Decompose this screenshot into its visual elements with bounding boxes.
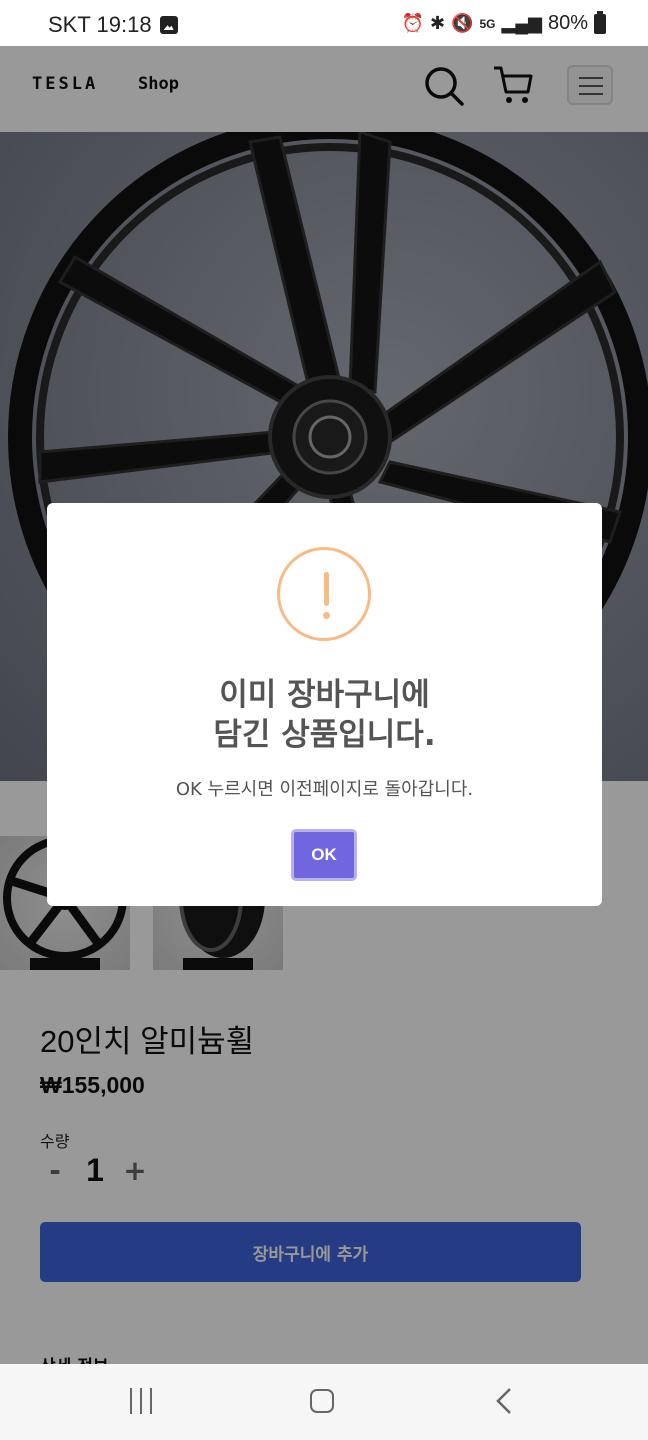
warning-icon [277, 547, 371, 641]
alarm-icon: ⏰ [401, 13, 424, 33]
status-right: ⏰ ✱ 🔇 5G ▂▄▆ 80% [401, 10, 606, 35]
dialog-message: OK 누르시면 이전페이지로 돌아갑니다. [175, 779, 474, 800]
back-icon[interactable] [494, 1386, 514, 1416]
status-bar: SKT 19:18 ⏰ ✱ 🔇 5G ▂▄▆ 80% [0, 0, 648, 46]
battery-percent: 80% [547, 12, 588, 34]
status-left: SKT 19:18 [48, 12, 178, 38]
system-nav-bar [0, 1364, 648, 1440]
dialog-title-line2: 담긴 상품입니다. [213, 717, 436, 753]
mute-icon: 🔇 [451, 13, 474, 33]
alert-dialog: 이미 장바구니에 담긴 상품입니다. OK 누르시면 이전페이지로 돌아갑니다.… [47, 503, 602, 906]
dialog-title-line1: 이미 장바구니에 [219, 677, 430, 713]
ok-button[interactable]: OK [291, 829, 357, 881]
recents-icon[interactable] [130, 1388, 154, 1414]
bluetooth-icon: ✱ [429, 13, 446, 33]
gallery-icon [159, 16, 178, 34]
5g-icon: 5G [479, 16, 496, 31]
signal-icon: ▂▄▆ [501, 13, 542, 33]
home-icon[interactable] [310, 1389, 334, 1413]
carrier-time: SKT 19:18 [48, 12, 152, 37]
battery-icon [594, 10, 606, 34]
dialog-title: 이미 장바구니에 담긴 상품입니다. [47, 675, 602, 755]
